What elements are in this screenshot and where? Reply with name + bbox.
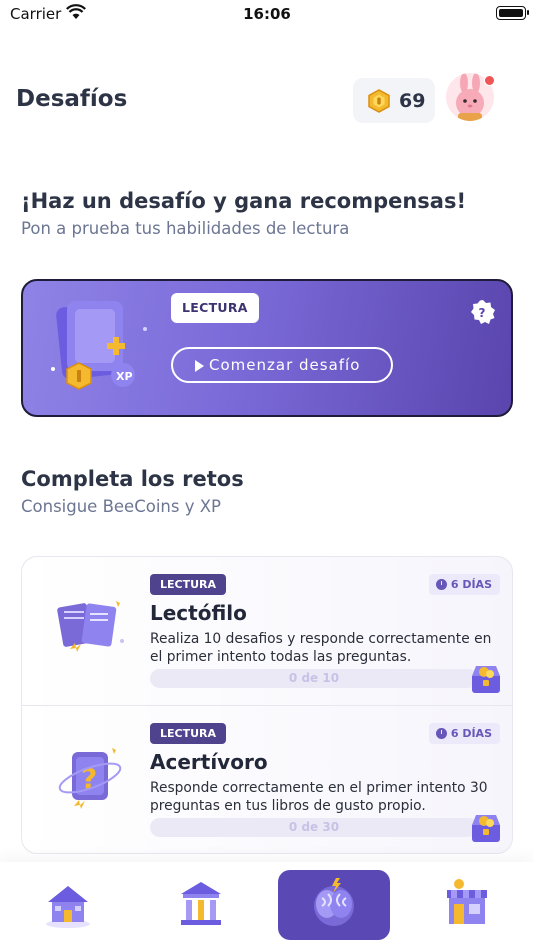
quests-title: Completa los retos	[21, 467, 244, 491]
intro-title: ¡Haz un desafío y gana recompensas!	[21, 189, 467, 213]
brain-icon	[314, 878, 354, 926]
intro-subtitle: Pon a prueba tus habilidades de lectura	[21, 219, 350, 238]
beecoin-icon	[368, 89, 390, 113]
store-icon	[447, 879, 487, 924]
library-icon	[181, 882, 221, 925]
treasure-chest-icon	[472, 815, 500, 842]
tab-home[interactable]	[12, 870, 124, 940]
book-rewards-icon: XP	[51, 301, 147, 390]
quest-description: Realiza 10 desafios y responde correctam…	[150, 631, 492, 665]
quest-progress-bar: 0 de 30	[150, 818, 478, 837]
tab-library[interactable]	[145, 870, 257, 940]
quiz-tablet-icon: ?	[58, 748, 122, 809]
start-challenge-label: Comenzar desafío	[209, 356, 361, 374]
quest-tag: LECTURA	[150, 723, 227, 744]
start-challenge-button[interactable]: Comenzar desafío	[171, 347, 393, 383]
quest-progress-text: 0 de 10	[288, 671, 340, 685]
quest-title: Acertívoro	[150, 750, 268, 774]
treasure-chest-icon	[472, 666, 500, 693]
quest-days: 6 DÍAS	[450, 578, 492, 591]
tab-challenges[interactable]	[278, 870, 390, 940]
quest-days: 6 DÍAS	[450, 727, 492, 740]
quest-progress-text: 0 de 30	[288, 820, 340, 834]
challenge-card[interactable]: XP LECTURA Comenzar desafío ?	[21, 279, 513, 417]
coins-counter[interactable]: 69	[353, 78, 435, 123]
quest-description: Responde correctamente en el primer inte…	[150, 780, 488, 814]
coins-value: 69	[399, 90, 426, 112]
tab-store[interactable]	[411, 870, 523, 940]
play-icon	[195, 360, 204, 372]
page-title: Desafíos	[16, 86, 128, 112]
tab-bar	[0, 862, 534, 950]
quest-list: LECTURA 6 DÍAS Lectófilo Realiza 10 desa…	[21, 556, 513, 854]
clock-time: 16:06	[243, 5, 291, 23]
status-bar: Carrier 16:06	[0, 0, 534, 28]
challenge-tag: LECTURA	[171, 293, 259, 323]
battery-icon	[496, 6, 529, 20]
quest-title: Lectófilo	[150, 601, 247, 625]
quest-tag: LECTURA	[150, 574, 227, 595]
quest-days-badge: 6 DÍAS	[428, 723, 500, 744]
timer-icon	[435, 728, 447, 739]
quests-subtitle: Consigue BeeCoins y XP	[21, 497, 221, 516]
notification-dot	[484, 75, 495, 86]
home-icon	[46, 886, 90, 928]
timer-icon	[435, 579, 447, 590]
quest-card-lectofilo[interactable]: LECTURA 6 DÍAS Lectófilo Realiza 10 desa…	[22, 557, 512, 705]
help-icon[interactable]: ?	[470, 299, 496, 325]
quest-days-badge: 6 DÍAS	[428, 574, 500, 595]
quest-progress-bar: 0 de 10	[150, 669, 478, 688]
svg-text:XP: XP	[116, 370, 133, 383]
svg-text:?: ?	[479, 306, 486, 320]
pages-icon	[57, 601, 124, 652]
quest-card-acertivoro[interactable]: ? LECTURA 6 DÍAS Acertívoro Responde cor…	[22, 705, 512, 853]
